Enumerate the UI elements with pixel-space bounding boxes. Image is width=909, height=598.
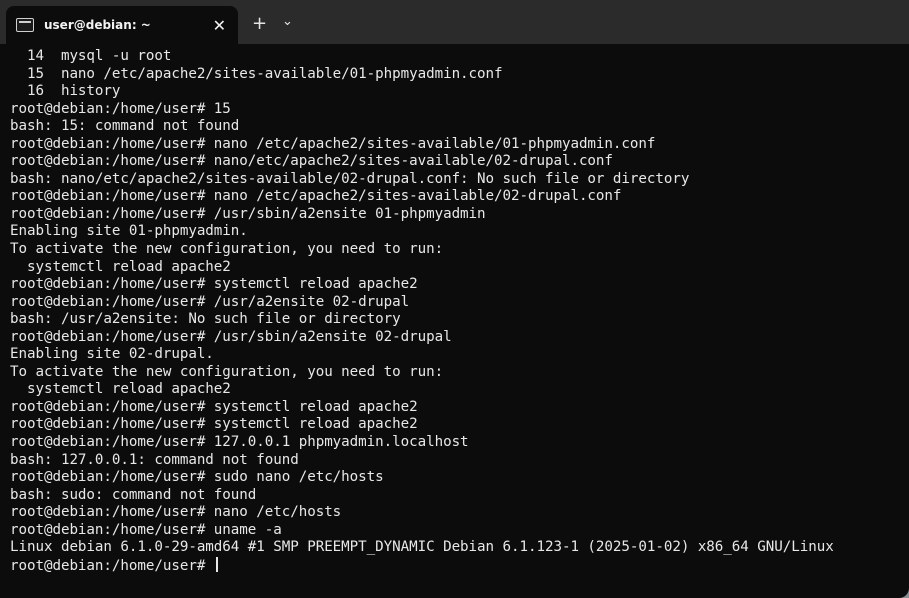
terminal-line: Enabling site 02-drupal.	[10, 346, 214, 363]
text-cursor	[215, 556, 218, 572]
title-bar: user@debian: ~ ✕ + ⌄	[0, 0, 909, 44]
terminal-output[interactable]: 14 mysql -u root 15 nano /etc/apache2/si…	[10, 48, 905, 596]
terminal-line: systemctl reload apache2	[10, 381, 231, 398]
terminal-line: bash: /usr/a2ensite: No such file or dir…	[10, 311, 401, 328]
shell-prompt: root@debian:/home/user#	[10, 557, 214, 574]
terminal-line: root@debian:/home/user# /usr/sbin/a2ensi…	[10, 205, 486, 222]
terminal-line: To activate the new configuration, you n…	[10, 363, 444, 380]
terminal-icon	[16, 18, 34, 32]
terminal-window: user@debian: ~ ✕ + ⌄ 14 mysql -u root 15…	[0, 0, 909, 598]
tab-title: user@debian: ~	[44, 18, 151, 32]
terminal-line: bash: nano/etc/apache2/sites-available/0…	[10, 170, 690, 187]
terminal-line: 16 history	[10, 83, 121, 100]
terminal-line: root@debian:/home/user# 127.0.0.1 phpmya…	[10, 434, 469, 451]
terminal-line: root@debian:/home/user# /usr/sbin/a2ensi…	[10, 328, 452, 345]
terminal-line: root@debian:/home/user# nano/etc/apache2…	[10, 153, 613, 170]
chevron-down-icon[interactable]: ⌄	[282, 14, 293, 29]
terminal-line: 15 nano /etc/apache2/sites-available/01-…	[10, 65, 503, 82]
terminal-line: root@debian:/home/user# nano /etc/apache…	[10, 188, 622, 205]
terminal-line: root@debian:/home/user# uname -a	[10, 521, 282, 538]
prompt-line[interactable]: root@debian:/home/user#	[10, 556, 905, 576]
terminal-line: bash: sudo: command not found	[10, 486, 257, 503]
terminal-line: 14 mysql -u root	[10, 48, 172, 64]
terminal-line: systemctl reload apache2	[10, 258, 231, 275]
new-tab-button[interactable]: +	[252, 13, 267, 34]
terminal-line: bash: 15: command not found	[10, 118, 240, 135]
terminal-line: bash: 127.0.0.1: command not found	[10, 451, 299, 468]
terminal-line: To activate the new configuration, you n…	[10, 241, 444, 258]
terminal-line: root@debian:/home/user# 15	[10, 100, 231, 117]
terminal-line: root@debian:/home/user# /usr/a2ensite 02…	[10, 293, 410, 310]
terminal-line: root@debian:/home/user# nano /etc/apache…	[10, 135, 656, 152]
close-icon[interactable]: ✕	[213, 16, 226, 35]
terminal-line: Enabling site 01-phpmyadmin.	[10, 223, 248, 240]
terminal-line: Linux debian 6.1.0-29-amd64 #1 SMP PREEM…	[10, 539, 834, 556]
terminal-line: root@debian:/home/user# systemctl reload…	[10, 416, 418, 433]
terminal-line: root@debian:/home/user# systemctl reload…	[10, 276, 418, 293]
terminal-line: root@debian:/home/user# nano /etc/hosts	[10, 504, 342, 521]
terminal-line: root@debian:/home/user# sudo nano /etc/h…	[10, 469, 384, 486]
tab-terminal[interactable]: user@debian: ~ ✕	[6, 6, 238, 44]
terminal-line: root@debian:/home/user# systemctl reload…	[10, 398, 418, 415]
